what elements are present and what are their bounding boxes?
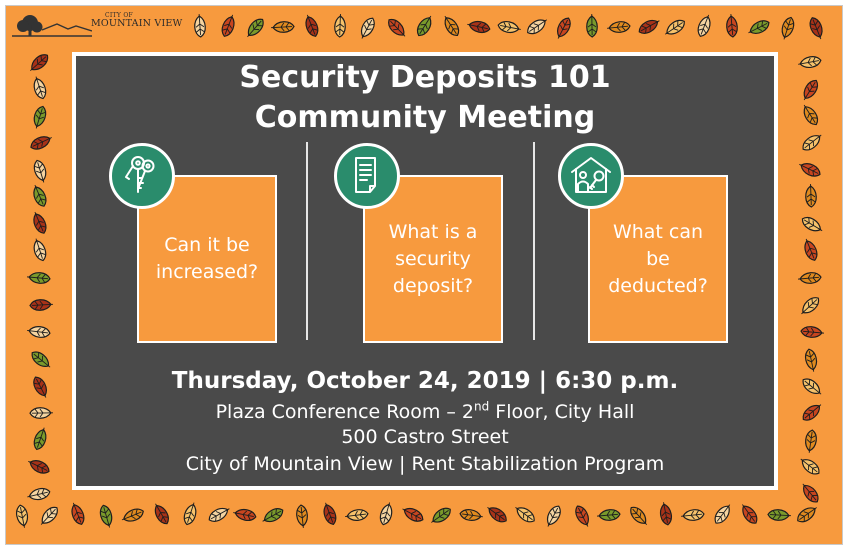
leaf-icon <box>515 506 535 523</box>
leaf-icon <box>638 19 660 34</box>
leaf-icon <box>487 506 507 523</box>
house-person-key-icon <box>558 143 624 209</box>
leaf-icon <box>714 504 731 524</box>
leaf-icon <box>334 13 346 38</box>
leaf-icon <box>27 487 51 501</box>
leaf-icon <box>809 17 823 40</box>
leaf-icon <box>417 15 432 37</box>
leaf-icon <box>801 217 823 232</box>
flyer: CITY OF MOUNTAIN VIEW Security Deposits … <box>0 0 850 550</box>
leaf-icon <box>805 183 817 208</box>
leaf-icon <box>208 507 230 522</box>
leaf-icon <box>154 503 169 525</box>
leaf-icon <box>800 326 824 338</box>
column-divider-2 <box>533 142 535 340</box>
leaf-icon <box>726 14 738 38</box>
event-location: Plaza Conference Room – 2nd Floor, City … <box>0 399 850 425</box>
leaf-icon <box>798 272 822 284</box>
leaf-icon <box>305 14 319 37</box>
leaf-icon <box>183 502 197 526</box>
leaf-icon <box>388 18 406 37</box>
leaf-icon <box>781 16 795 40</box>
leaf-icon <box>748 20 770 34</box>
leaf-icon <box>27 326 51 338</box>
leaf-icon <box>802 483 819 503</box>
leaf-icon <box>33 238 47 262</box>
leaf-icon <box>586 13 598 38</box>
leaf-icon <box>575 505 589 527</box>
document-icon <box>334 143 400 209</box>
leaf-icon <box>527 19 548 35</box>
leaf-icon <box>16 504 29 528</box>
question-text-increase: Can it be increased? <box>155 234 259 283</box>
event-date-time: Thursday, October 24, 2019 | 6:30 p.m. <box>171 368 679 394</box>
leaf-icon <box>467 20 491 34</box>
leaf-icon <box>30 136 52 150</box>
question-text-deductions: What can be deducted? <box>608 220 708 297</box>
leaf-icon <box>27 272 51 284</box>
leaf-icon <box>547 505 561 527</box>
leaf-icon <box>459 509 483 521</box>
leaf-icon <box>801 297 820 315</box>
leaf-icon <box>664 19 685 35</box>
event-location-text: Plaza Conference Room – 2 <box>215 401 475 423</box>
leaf-icon <box>444 15 460 36</box>
leaf-icon <box>33 211 47 234</box>
event-location-superscript: nd <box>474 399 490 414</box>
leaf-icon <box>607 21 631 33</box>
logo-text-mountain-view: MOUNTAIN VIEW <box>91 18 183 29</box>
leaf-icon <box>767 509 792 521</box>
leaf-icon <box>402 508 424 522</box>
leaf-icon <box>194 14 206 38</box>
leaf-icon <box>804 238 818 261</box>
leaf-icon <box>630 506 648 525</box>
leaf-icon <box>33 159 47 183</box>
leaf-icon <box>33 184 47 207</box>
leaf-icon <box>797 507 817 523</box>
leaf-icon <box>71 502 85 525</box>
leaf-icon <box>247 18 264 38</box>
city-logo-mark <box>12 15 93 37</box>
title-line-2: Community Meeting <box>254 100 596 135</box>
leaf-icon <box>121 508 144 522</box>
leaf-icon <box>40 506 58 525</box>
leaf-icon <box>557 17 571 39</box>
leaf-icon <box>697 14 711 37</box>
leaf-icon <box>597 509 621 521</box>
event-address: 500 Castro Street <box>341 426 509 448</box>
city-logo: CITY OF MOUNTAIN VIEW <box>12 10 192 38</box>
leaf-icon <box>221 14 235 37</box>
leaf-icon <box>323 502 337 526</box>
leaf-icon <box>681 509 705 521</box>
leaf-icon <box>345 509 369 521</box>
leaf-icon <box>659 502 672 526</box>
event-location-text-end: Floor, City Hall <box>489 401 635 423</box>
leaf-icon <box>233 508 257 521</box>
leaf-icon <box>262 508 284 523</box>
leaf-icon <box>99 504 113 528</box>
leaf-icon <box>379 502 393 526</box>
leaf-icon <box>361 17 375 39</box>
leaf-icon <box>431 507 451 523</box>
keys-icon <box>109 143 175 209</box>
leaf-icon <box>296 504 308 528</box>
question-text-definition: What is a security deposit? <box>388 220 478 297</box>
leaf-icon <box>497 21 521 34</box>
leaf-icon <box>29 299 54 311</box>
title-line-1: Security Deposits 101 <box>239 60 611 95</box>
column-divider-1 <box>306 142 308 340</box>
leaf-icon <box>741 504 758 524</box>
leaf-icon <box>270 21 295 33</box>
event-organizer: City of Mountain View | Rent Stabilizati… <box>185 453 665 475</box>
leaf-icon <box>799 163 821 177</box>
